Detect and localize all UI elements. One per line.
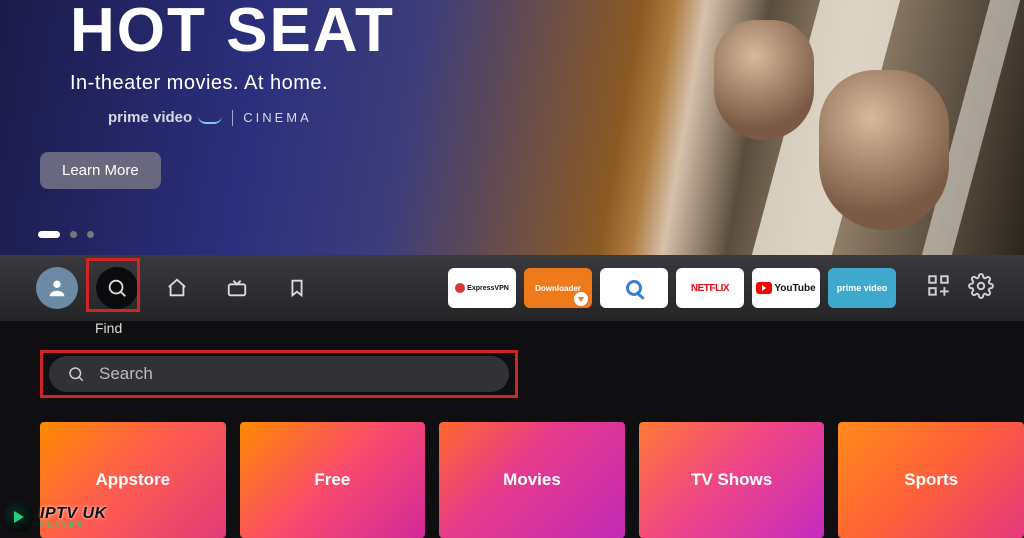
- category-sports[interactable]: Sports: [838, 422, 1024, 538]
- app-youtube[interactable]: YouTube: [752, 268, 820, 308]
- hero-dot[interactable]: [70, 231, 77, 238]
- search-icon: [67, 365, 85, 383]
- apps-grid-icon[interactable]: [926, 273, 952, 304]
- hero-dot-active[interactable]: [38, 231, 60, 238]
- search-placeholder: Search: [99, 364, 153, 384]
- download-arrow-icon: [574, 292, 588, 306]
- hero-title: HOT SEAT: [70, 0, 395, 62]
- home-icon[interactable]: [156, 267, 198, 309]
- app-downloader[interactable]: Downloader: [524, 268, 592, 308]
- hero-dot[interactable]: [87, 231, 94, 238]
- bookmark-icon[interactable]: [276, 267, 318, 309]
- live-tv-icon[interactable]: [216, 267, 258, 309]
- find-label: Find: [95, 320, 122, 336]
- category-movies[interactable]: Movies: [439, 422, 625, 538]
- category-free[interactable]: Free: [240, 422, 426, 538]
- hero-pagination[interactable]: [38, 231, 94, 238]
- watermark-sub: PLAYER: [40, 522, 107, 529]
- app-tiles: ExpressVPN Downloader NETFLIX YouTube pr…: [448, 268, 896, 308]
- watermark-logo-icon: [4, 502, 34, 532]
- watermark: IPTV UK PLAYER: [4, 502, 107, 532]
- category-row: Appstore Free Movies TV Shows Sports: [40, 422, 1024, 538]
- hero-brand: prime video CINEMA: [108, 109, 395, 126]
- watermark-text: IPTV UK: [40, 505, 107, 522]
- main-nav: ExpressVPN Downloader NETFLIX YouTube pr…: [0, 255, 1024, 321]
- app-es-file-explorer[interactable]: [600, 268, 668, 308]
- hero-tagline: In-theater movies. At home.: [70, 72, 395, 95]
- app-prime-video[interactable]: prime video: [828, 268, 896, 308]
- category-tv-shows[interactable]: TV Shows: [639, 422, 825, 538]
- highlight-search: Search: [40, 350, 518, 398]
- find-icon[interactable]: [96, 267, 138, 309]
- youtube-play-icon: [756, 282, 772, 294]
- profile-icon[interactable]: [36, 267, 78, 309]
- learn-more-button[interactable]: Learn More: [40, 152, 161, 189]
- hero-banner[interactable]: HOT SEAT In-theater movies. At home. pri…: [0, 0, 1024, 270]
- search-input[interactable]: Search: [49, 356, 509, 392]
- app-expressvpn[interactable]: ExpressVPN: [448, 268, 516, 308]
- app-netflix[interactable]: NETFLIX: [676, 268, 744, 308]
- settings-icon[interactable]: [968, 273, 994, 304]
